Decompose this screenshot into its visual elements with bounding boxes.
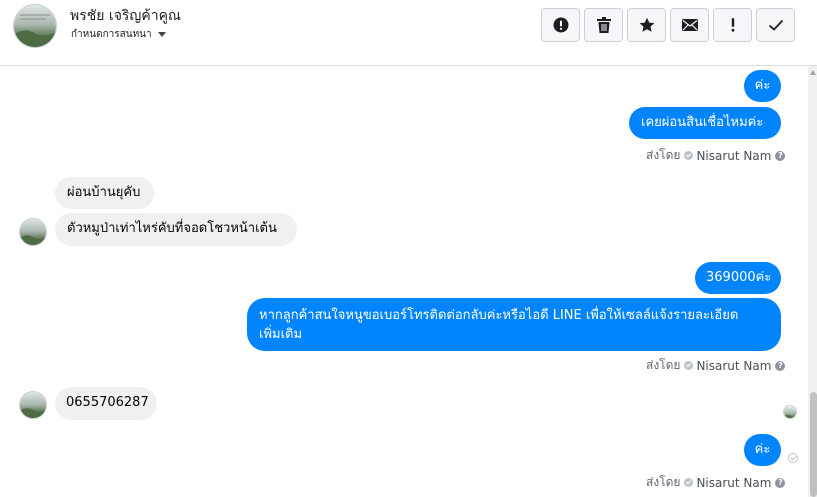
message-text: 369000ค่ะ <box>706 270 772 285</box>
caret-down-icon <box>157 31 166 37</box>
verified-check-icon <box>684 151 694 160</box>
sent-by-prefix: ส่งโดย <box>646 358 681 372</box>
scroll-up-arrow-icon[interactable] <box>810 70 816 75</box>
mark-important-button[interactable] <box>541 8 580 42</box>
sent-by-label: ส่งโดย Nisarut Nam? <box>646 473 786 492</box>
agent-name[interactable]: Nisarut Nam <box>696 359 771 373</box>
message-incoming: ตัวหมูป่าเท่าไหร่คับที่จอดโชวหน้าเต้น <box>55 213 297 246</box>
agent-name[interactable]: Nisarut Nam <box>696 476 771 490</box>
sent-by-prefix: ส่งโดย <box>646 475 681 489</box>
message-outgoing: 369000ค่ะ <box>695 262 781 294</box>
verified-check-icon <box>684 361 694 370</box>
assign-conversation-dropdown[interactable]: กำหนดการสนทนา <box>71 27 166 42</box>
message-text: เคยผ่อนสินเชื่อไหมค่ะ <box>641 115 764 130</box>
mark-unread-button[interactable] <box>670 8 709 42</box>
trash-icon <box>596 17 611 33</box>
assign-label: กำหนดการสนทนา <box>71 29 152 40</box>
sent-by-prefix: ส่งโดย <box>646 148 681 162</box>
message-text-line: หากลูกค้าสนใจหนูขอเบอร์โทรติดต่อกลับค่ะห… <box>259 308 739 323</box>
conversation-header: พรชัย เจริญค้าคูณ กำหนดการสนทนา <box>0 0 817 66</box>
spam-button[interactable] <box>713 8 752 42</box>
exclamation-icon <box>731 18 734 32</box>
help-icon[interactable]: ? <box>775 477 786 488</box>
checkmark-icon <box>768 19 783 31</box>
verified-check-icon <box>684 478 694 487</box>
scrollbar-thumb[interactable] <box>810 392 817 497</box>
message-incoming: ผ่อนบ้านยุคับ <box>55 177 154 209</box>
message-outgoing: หากลูกค้าสนใจหนูขอเบอร์โทรติดต่อกลับค่ะห… <box>247 298 781 351</box>
done-button[interactable] <box>756 8 795 42</box>
delete-button[interactable] <box>584 8 623 42</box>
contact-avatar[interactable] <box>13 4 57 48</box>
help-icon[interactable]: ? <box>775 360 786 371</box>
contact-avatar-small[interactable] <box>19 218 47 246</box>
message-text: ค่ะ <box>754 78 771 93</box>
message-outgoing: เคยผ่อนสินเชื่อไหมค่ะ <box>629 107 781 139</box>
message-outgoing: ค่ะ <box>744 434 781 466</box>
message-text: 0655706287 <box>66 395 149 410</box>
exclamation-circle-icon <box>553 17 568 33</box>
help-icon[interactable]: ? <box>775 150 786 161</box>
seen-avatar <box>783 405 797 419</box>
message-text: ค่ะ <box>754 442 771 457</box>
delivered-check-icon <box>788 453 798 463</box>
message-incoming: 0655706287 <box>55 387 157 420</box>
message-text-line: เพิ่มเติม <box>259 327 303 342</box>
envelope-icon <box>681 19 698 31</box>
star-button[interactable] <box>627 8 666 42</box>
contact-avatar-small[interactable] <box>19 391 47 419</box>
message-text: ผ่อนบ้านยุคับ <box>67 185 141 200</box>
contact-name[interactable]: พรชัย เจริญค้าคูณ <box>70 5 181 27</box>
star-icon <box>639 17 654 32</box>
agent-name[interactable]: Nisarut Nam <box>696 149 771 163</box>
sent-by-label: ส่งโดย Nisarut Nam? <box>646 356 786 375</box>
message-text: ตัวหมูป่าเท่าไหร่คับที่จอดโชวหน้าเต้น <box>67 221 277 236</box>
message-outgoing: ค่ะ <box>744 70 781 102</box>
sent-by-label: ส่งโดย Nisarut Nam? <box>646 146 786 165</box>
